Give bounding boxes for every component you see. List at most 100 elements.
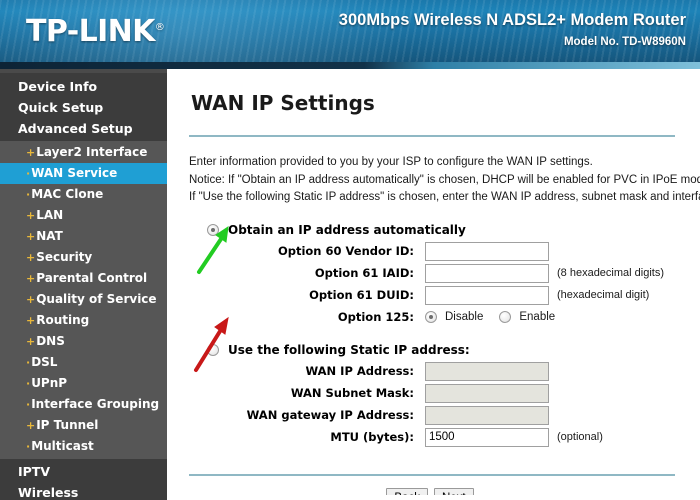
static-ip-option[interactable]: Use the following Static IP address: (207, 340, 700, 360)
sidebar-item-parental-control[interactable]: +Parental Control (0, 268, 167, 289)
bullet-dot-icon: · (26, 188, 31, 201)
next-button[interactable]: Next (433, 487, 474, 495)
description-line-1: Enter information provided to you by you… (189, 156, 593, 168)
wan-gateway-ip-row: WAN gateway IP Address: (185, 405, 700, 426)
sidebar-item-label: LAN (36, 208, 64, 222)
bullet-dot-icon: · (26, 398, 31, 411)
option60-vendor-id-label: Option 60 Vendor ID: (277, 244, 414, 258)
option60-vendor-id-input[interactable] (425, 241, 549, 261)
expand-plus-icon: + (26, 419, 36, 432)
sidebar-item-advanced-setup[interactable]: Advanced Setup (0, 118, 167, 139)
sidebar-item-label: Wireless (18, 485, 79, 500)
option125-radio-group: Disable Enable (425, 308, 565, 327)
sidebar-item-interface-grouping[interactable]: ·Interface Grouping (0, 394, 167, 415)
wan-ip-address-input[interactable] (425, 361, 549, 381)
sidebar-item-label: DNS (36, 334, 65, 348)
option61-iaid-hint: (8 hexadecimal digits) (557, 267, 664, 279)
description-line-3: If "Use the following Static IP address"… (189, 191, 700, 203)
sidebar-item-wireless[interactable]: Wireless (0, 482, 167, 500)
option125-label: Option 125: (337, 310, 414, 324)
sidebar-item-wan-service[interactable]: ·WAN Service (0, 163, 167, 184)
sidebar-item-ip-tunnel[interactable]: +IP Tunnel (0, 415, 167, 436)
obtain-ip-automatically-option[interactable]: Obtain an IP address automatically (207, 220, 700, 240)
sidebar-bottom-group: IPTV Wireless Guest Network Diagnostics … (0, 459, 167, 500)
mtu-input[interactable] (425, 427, 549, 447)
sidebar-item-layer2-interface[interactable]: +Layer2 Interface (0, 142, 167, 163)
option61-iaid-input[interactable] (425, 263, 549, 283)
title-divider (189, 135, 675, 137)
expand-plus-icon: + (26, 335, 36, 348)
expand-plus-icon: + (26, 314, 36, 327)
wan-ip-address-row: WAN IP Address: (185, 361, 700, 382)
sidebar-item-label: Device Info (18, 79, 98, 94)
logo-text: TP-LINK (26, 14, 155, 49)
wan-ip-address-label: WAN IP Address: (305, 364, 414, 378)
expand-plus-icon: + (26, 293, 36, 306)
banner-product-info: 300Mbps Wireless N ADSL2+ Modem Router M… (339, 11, 686, 48)
footer-divider (189, 473, 675, 476)
option125-enable-label: Enable (519, 311, 556, 323)
sidebar-item-security[interactable]: +Security (0, 247, 167, 268)
sidebar-item-iptv[interactable]: IPTV (0, 461, 167, 482)
bullet-dot-icon: · (26, 167, 31, 180)
sidebar-item-label: Parental Control (36, 271, 148, 285)
form-actions: Back Next (185, 487, 675, 495)
sidebar-item-label: DSL (31, 355, 58, 369)
header-banner: TP-LINK® 300Mbps Wireless N ADSL2+ Modem… (0, 0, 700, 62)
main-content: WAN IP Settings Enter information provid… (167, 69, 700, 495)
mtu-label: MTU (bytes): (330, 430, 414, 444)
wan-gateway-ip-input[interactable] (425, 405, 549, 425)
option61-iaid-row: Option 61 IAID: (8 hexadecimal digits) (185, 263, 700, 284)
option61-duid-input[interactable] (425, 285, 549, 305)
sidebar-item-label: Multicast (31, 439, 94, 453)
sidebar-item-dsl[interactable]: ·DSL (0, 352, 167, 373)
option61-duid-row: Option 61 DUID: (hexadecimal digit) (185, 285, 700, 306)
expand-plus-icon: + (26, 146, 36, 159)
banner-divider (0, 62, 700, 69)
sidebar-item-label: IPTV (18, 464, 51, 479)
sidebar-item-mac-clone[interactable]: ·MAC Clone (0, 184, 167, 205)
model-number: Model No. TD-W8960N (563, 36, 686, 48)
sidebar-item-label: NAT (36, 229, 63, 243)
sidebar-item-nat[interactable]: +NAT (0, 226, 167, 247)
obtain-ip-automatically-radio[interactable] (207, 223, 219, 236)
option125-disable-label: Disable (445, 311, 484, 323)
sidebar-item-upnp[interactable]: ·UPnP (0, 373, 167, 394)
sidebar-item-routing[interactable]: +Routing (0, 310, 167, 331)
sidebar-item-device-info[interactable]: Device Info (0, 76, 167, 97)
page-body: Device Info Quick Setup Advanced Setup +… (0, 69, 700, 500)
option125-row: Option 125: Disable Enable (185, 307, 700, 328)
description-line-2: Notice: If "Obtain an IP address automat… (189, 173, 700, 186)
option61-iaid-label: Option 61 IAID: (314, 266, 414, 280)
sidebar-item-label: Interface Grouping (31, 397, 160, 411)
expand-plus-icon: + (26, 230, 36, 243)
static-ip-section: Use the following Static IP address: WAN… (185, 340, 700, 448)
static-ip-label: Use the following Static IP address: (228, 342, 470, 357)
sidebar-item-label: UPnP (31, 376, 68, 390)
tp-link-logo[interactable]: TP-LINK® (26, 14, 165, 49)
sidebar-item-dns[interactable]: +DNS (0, 331, 167, 352)
wan-subnet-mask-label: WAN Subnet Mask: (290, 386, 414, 400)
option125-enable-radio[interactable] (499, 311, 512, 323)
static-ip-radio[interactable] (207, 343, 219, 356)
bullet-dot-icon: · (26, 377, 31, 390)
sidebar-item-quality-of-service[interactable]: +Quality of Service (0, 289, 167, 310)
sidebar-item-label: Advanced Setup (18, 121, 133, 136)
sidebar-item-quick-setup[interactable]: Quick Setup (0, 97, 167, 118)
sidebar-item-label: Quality of Service (36, 292, 157, 306)
page-title: WAN IP Settings (191, 91, 375, 115)
option125-disable-radio[interactable] (425, 311, 437, 323)
mtu-hint: (optional) (557, 431, 603, 443)
sidebar-item-label: Quick Setup (18, 100, 104, 115)
back-button[interactable]: Back (386, 487, 428, 495)
sidebar-top-group: Device Info Quick Setup Advanced Setup (0, 73, 167, 141)
auto-ip-section: Obtain an IP address automatically Optio… (185, 220, 700, 328)
sidebar-item-label: Layer2 Interface (36, 145, 148, 159)
sidebar-item-multicast[interactable]: ·Multicast (0, 436, 167, 457)
sidebar-advanced-subgroup: +Layer2 Interface ·WAN Service ·MAC Clon… (0, 141, 167, 459)
sidebar-item-label: IP Tunnel (36, 418, 99, 432)
sidebar-item-lan[interactable]: +LAN (0, 205, 167, 226)
wan-subnet-mask-input[interactable] (425, 383, 549, 403)
option61-duid-label: Option 61 DUID: (309, 288, 414, 302)
obtain-ip-automatically-label: Obtain an IP address automatically (228, 222, 466, 237)
